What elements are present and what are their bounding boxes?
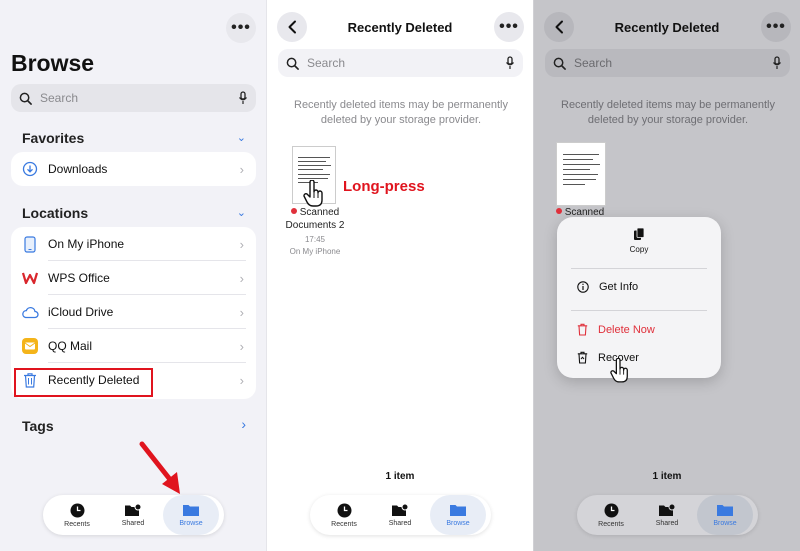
copy-icon	[634, 227, 645, 240]
folder-icon	[717, 505, 733, 516]
tab-browse[interactable]: Browse	[430, 495, 486, 535]
menu-separator	[571, 310, 707, 311]
info-note: Recently deleted items may be permanentl…	[561, 99, 775, 126]
recover-menu-item[interactable]: Recover	[557, 351, 721, 364]
recently-deleted-context-screen: Recently Deleted ••• Search Recently del…	[533, 0, 800, 551]
favorites-list: Downloads ›	[11, 152, 256, 186]
trash-icon	[577, 323, 588, 336]
info-note: Recently deleted items may be permanentl…	[294, 99, 508, 126]
microphone-icon[interactable]	[772, 56, 782, 70]
chevron-right-icon: ›	[239, 372, 244, 388]
search-icon	[553, 57, 566, 70]
tags-expand-icon[interactable]: ›	[241, 416, 246, 432]
tab-recents[interactable]: Recents	[49, 495, 105, 535]
wps-office-icon	[20, 268, 40, 288]
tab-recents[interactable]: Recents	[316, 495, 372, 535]
file-location: On My iPhone	[289, 247, 341, 256]
sidebar-item-downloads[interactable]: Downloads ›	[11, 152, 256, 186]
tab-shared[interactable]: Shared	[372, 495, 428, 535]
file-thumbnail[interactable]	[556, 142, 606, 206]
clock-icon	[604, 503, 618, 517]
sidebar-item-on-my-iphone[interactable]: On My iPhone ›	[11, 227, 256, 261]
item-count: 1 item	[385, 471, 415, 482]
download-circle-icon	[20, 159, 40, 179]
delete-now-menu-item[interactable]: Delete Now	[557, 323, 721, 336]
microphone-icon[interactable]	[238, 91, 248, 105]
search-input[interactable]: Search	[545, 49, 790, 77]
tags-title: Tags	[22, 418, 54, 434]
get-info-menu-item[interactable]: Get Info	[557, 281, 721, 293]
hand-pointer-icon	[303, 180, 323, 207]
more-button[interactable]: •••	[494, 12, 524, 42]
sidebar-item-qq-mail[interactable]: QQ Mail ›	[11, 329, 256, 363]
item-count: 1 item	[652, 471, 682, 482]
highlight-box	[14, 368, 153, 397]
arrow-icon	[139, 441, 180, 494]
favorites-title: Favorites	[22, 130, 85, 146]
hand-pointer-icon	[610, 358, 628, 383]
recover-trash-icon	[577, 351, 588, 364]
context-menu: Copy Get Info Delete Now Recover	[557, 217, 721, 378]
locations-collapse-icon[interactable]: ⌄	[237, 206, 246, 219]
folder-icon	[183, 505, 199, 516]
tag-dot	[290, 208, 297, 214]
more-button[interactable]: •••	[226, 13, 256, 43]
qq-mail-icon	[20, 336, 40, 356]
chevron-right-icon: ›	[239, 236, 244, 252]
sidebar-item-wps-office[interactable]: WPS Office ›	[11, 261, 256, 295]
menu-separator	[571, 268, 707, 269]
tab-recents[interactable]: Recents	[583, 495, 639, 535]
file-name[interactable]: Scanned Documents 2	[277, 206, 353, 232]
file-time: 17:45	[304, 235, 326, 244]
tab-bar: Recents Shared Browse	[43, 495, 224, 535]
long-press-annotation: Long-press	[343, 178, 425, 195]
clock-icon	[70, 503, 84, 517]
tab-bar: Recents Shared Browse	[577, 495, 758, 535]
copy-menu-item[interactable]: Copy	[557, 227, 721, 254]
search-icon	[19, 92, 32, 105]
search-icon	[286, 57, 299, 70]
sidebar-item-icloud-drive[interactable]: iCloud Drive ›	[11, 295, 256, 329]
clock-icon	[337, 503, 351, 517]
tab-browse[interactable]: Browse	[163, 495, 219, 535]
favorites-collapse-icon[interactable]: ⌄	[237, 131, 246, 144]
tab-shared[interactable]: Shared	[105, 495, 161, 535]
shared-folder-icon	[659, 503, 676, 516]
microphone-icon[interactable]	[505, 56, 515, 70]
shared-folder-icon	[392, 503, 409, 516]
tab-bar: Recents Shared Browse	[310, 495, 491, 535]
chevron-right-icon: ›	[239, 338, 244, 354]
icloud-icon	[20, 302, 40, 322]
tab-browse[interactable]: Browse	[697, 495, 753, 535]
more-button[interactable]: •••	[761, 12, 791, 42]
browse-screen: ••• Browse Search Favorites ⌄ Downloads …	[0, 0, 266, 551]
tab-shared[interactable]: Shared	[639, 495, 695, 535]
iphone-icon	[20, 234, 40, 254]
info-icon	[577, 281, 589, 293]
recently-deleted-screen: Recently Deleted ••• Search Recently del…	[266, 0, 533, 551]
locations-title: Locations	[22, 205, 89, 221]
shared-folder-icon	[125, 503, 142, 516]
tag-dot	[555, 208, 562, 214]
page-title: Browse	[11, 50, 95, 76]
search-input[interactable]: Search	[11, 84, 256, 112]
chevron-right-icon: ›	[239, 161, 244, 177]
chevron-right-icon: ›	[239, 304, 244, 320]
search-input[interactable]: Search	[278, 49, 523, 77]
folder-icon	[450, 505, 466, 516]
chevron-right-icon: ›	[239, 270, 244, 286]
